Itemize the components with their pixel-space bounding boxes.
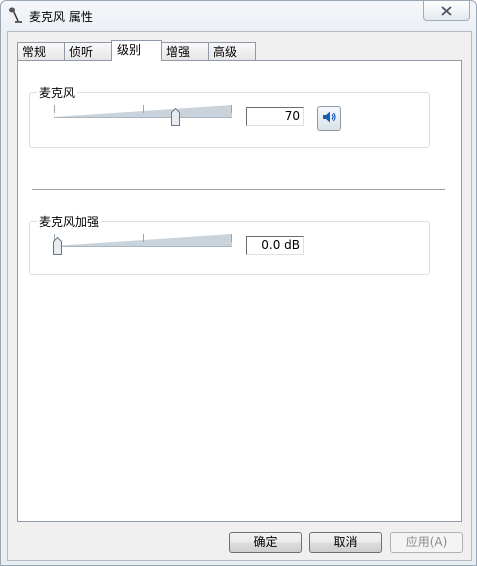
title-bar: 麦克风 属性 [1, 1, 476, 31]
dialog-client: 常规 侦听 级别 增强 高级 麦克风 70 麦克风加强 0.0 dB 确定 取消… [7, 31, 472, 561]
boost-label: 麦克风加强 [37, 213, 102, 230]
microphone-slider-thumb[interactable] [171, 108, 180, 126]
ok-button[interactable]: 确定 [229, 532, 302, 553]
levels-panel: 麦克风 70 麦克风加强 0.0 dB [17, 60, 462, 522]
tab-enhancements[interactable]: 增强 [161, 42, 209, 60]
tab-general[interactable]: 常规 [17, 42, 65, 60]
boost-group: 麦克风加强 0.0 dB [29, 213, 430, 275]
tab-advanced[interactable]: 高级 [208, 42, 256, 60]
section-divider [32, 189, 445, 191]
close-icon [441, 5, 452, 16]
properties-window: 麦克风 属性 常规 侦听 级别 增强 高级 麦克风 70 麦克风加强 0.0 d… [0, 0, 477, 566]
close-button[interactable] [423, 1, 470, 21]
microphone-icon [7, 6, 25, 24]
speaker-icon [322, 110, 336, 127]
microphone-group: 麦克风 70 [29, 84, 430, 148]
window-title: 麦克风 属性 [29, 10, 93, 24]
microphone-label: 麦克风 [37, 84, 78, 101]
microphone-slider[interactable] [54, 103, 232, 127]
boost-value-field[interactable]: 0.0 dB [246, 236, 304, 255]
boost-slider[interactable] [53, 232, 232, 256]
cancel-button[interactable]: 取消 [309, 532, 382, 553]
mute-button[interactable] [317, 106, 341, 131]
tab-levels[interactable]: 级别 [111, 40, 162, 61]
microphone-value-field[interactable]: 70 [246, 107, 304, 126]
apply-button[interactable]: 应用(A) [390, 532, 463, 553]
boost-slider-thumb[interactable] [53, 237, 62, 255]
tab-listen[interactable]: 侦听 [64, 42, 112, 60]
